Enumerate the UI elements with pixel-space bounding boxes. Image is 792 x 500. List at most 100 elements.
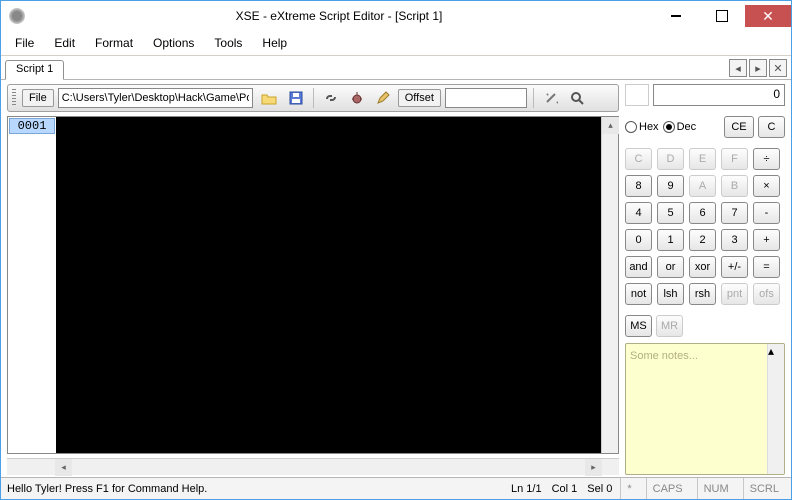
search-icon bbox=[570, 91, 584, 105]
calc-key-6[interactable]: 6 bbox=[689, 202, 716, 224]
calc-c-button[interactable]: C bbox=[758, 116, 785, 138]
calc-key-d[interactable]: D bbox=[657, 148, 684, 170]
status-caps: CAPS bbox=[646, 478, 689, 499]
calc-ce-button[interactable]: CE bbox=[724, 116, 754, 138]
window-title: XSE - eXtreme Script Editor - [Script 1] bbox=[25, 9, 653, 23]
tab-next-button[interactable]: ▸ bbox=[749, 59, 767, 77]
tools-search-button[interactable] bbox=[566, 87, 588, 109]
file-label: File bbox=[22, 89, 54, 107]
debug-button[interactable] bbox=[346, 87, 368, 109]
menu-file[interactable]: File bbox=[7, 33, 42, 53]
edit-button[interactable] bbox=[372, 87, 394, 109]
status-col: Col 1 bbox=[552, 483, 578, 495]
close-button[interactable]: ✕ bbox=[745, 5, 791, 27]
calc-key-ofs[interactable]: ofs bbox=[753, 283, 780, 305]
editor: 0001 ▴ bbox=[7, 116, 619, 454]
tab-script-1[interactable]: Script 1 bbox=[5, 60, 64, 80]
radio-hex-label: Hex bbox=[639, 121, 659, 133]
calc-key-not[interactable]: not bbox=[625, 283, 652, 305]
calc-key-8[interactable]: 8 bbox=[625, 175, 652, 197]
maximize-button[interactable] bbox=[699, 5, 745, 27]
calc-key-2[interactable]: 2 bbox=[689, 229, 716, 251]
line-gutter: 0001 bbox=[8, 117, 56, 453]
status-modified: * bbox=[620, 478, 637, 499]
calc-key-pnt[interactable]: pnt bbox=[721, 283, 748, 305]
calc-key-or[interactable]: or bbox=[657, 256, 684, 278]
minimize-button[interactable] bbox=[653, 5, 699, 27]
file-path-input[interactable] bbox=[58, 88, 253, 108]
menu-format[interactable]: Format bbox=[87, 33, 141, 53]
calc-key-4[interactable]: 4 bbox=[625, 202, 652, 224]
status-line: Ln 1/1 bbox=[511, 483, 542, 495]
bug-icon bbox=[350, 91, 364, 105]
menu-tools[interactable]: Tools bbox=[206, 33, 250, 53]
scroll-up-icon[interactable]: ▴ bbox=[602, 117, 619, 134]
horizontal-scrollbar[interactable]: ◂ ▸ bbox=[7, 458, 619, 475]
calc-key-0[interactable]: 0 bbox=[625, 229, 652, 251]
menu-edit[interactable]: Edit bbox=[46, 33, 83, 53]
tab-prev-button[interactable]: ◂ bbox=[729, 59, 747, 77]
calc-key-[interactable]: ÷ bbox=[753, 148, 780, 170]
calc-key-9[interactable]: 9 bbox=[657, 175, 684, 197]
status-num: NUM bbox=[697, 478, 735, 499]
calc-keypad: CDEF÷ 89AB× 4567- 0123+ andorxor+/-= notlshrs… bbox=[625, 148, 785, 305]
notes-panel[interactable]: Some notes... ▴ bbox=[625, 343, 785, 475]
save-button[interactable] bbox=[285, 87, 307, 109]
save-icon bbox=[289, 91, 303, 105]
offset-label: Offset bbox=[398, 89, 441, 107]
link-icon bbox=[324, 91, 338, 105]
line-number: 0001 bbox=[9, 118, 55, 134]
menu-help[interactable]: Help bbox=[254, 33, 295, 53]
status-message: Hello Tyler! Press F1 for Command Help. bbox=[7, 483, 207, 495]
scroll-up-icon[interactable]: ▴ bbox=[768, 344, 784, 358]
tab-strip: Script 1 ◂ ▸ ✕ bbox=[1, 56, 791, 80]
toolbar: File Offset bbox=[7, 84, 619, 112]
pencil-icon bbox=[376, 91, 390, 105]
offset-input[interactable] bbox=[445, 88, 527, 108]
vertical-scrollbar[interactable]: ▴ bbox=[601, 117, 618, 453]
toolbar-grip[interactable] bbox=[12, 89, 16, 107]
calc-color-swatch[interactable] bbox=[625, 84, 649, 106]
menu-options[interactable]: Options bbox=[145, 33, 202, 53]
calc-key-rsh[interactable]: rsh bbox=[689, 283, 716, 305]
calc-key-[interactable]: × bbox=[753, 175, 780, 197]
tools-wand-button[interactable] bbox=[540, 87, 562, 109]
radio-hex[interactable]: Hex bbox=[625, 121, 659, 133]
calc-key-5[interactable]: 5 bbox=[657, 202, 684, 224]
scroll-left-icon[interactable]: ◂ bbox=[55, 459, 72, 476]
calc-display: 0 bbox=[653, 84, 785, 106]
calc-key-xor[interactable]: xor bbox=[689, 256, 716, 278]
notes-placeholder: Some notes... bbox=[630, 350, 698, 362]
radio-dec[interactable]: Dec bbox=[663, 121, 697, 133]
status-bar: Hello Tyler! Press F1 for Command Help. … bbox=[1, 477, 791, 499]
calc-key-b[interactable]: B bbox=[721, 175, 748, 197]
calc-key-a[interactable]: A bbox=[689, 175, 716, 197]
notes-scrollbar[interactable]: ▴ bbox=[767, 344, 784, 474]
calc-key-e[interactable]: E bbox=[689, 148, 716, 170]
folder-open-icon bbox=[261, 91, 277, 105]
calc-key-c[interactable]: C bbox=[625, 148, 652, 170]
code-area[interactable] bbox=[56, 117, 601, 453]
scroll-right-icon[interactable]: ▸ bbox=[585, 459, 602, 476]
calc-ms-button[interactable]: MS bbox=[625, 315, 652, 337]
app-icon bbox=[9, 8, 25, 24]
calc-key-[interactable]: + bbox=[753, 229, 780, 251]
link-button[interactable] bbox=[320, 87, 342, 109]
calc-key-[interactable]: - bbox=[753, 202, 780, 224]
wand-icon bbox=[544, 91, 558, 105]
calc-key-1[interactable]: 1 bbox=[657, 229, 684, 251]
calc-mr-button[interactable]: MR bbox=[656, 315, 683, 337]
calc-key-[interactable]: = bbox=[753, 256, 780, 278]
calc-key-f[interactable]: F bbox=[721, 148, 748, 170]
calc-key-3[interactable]: 3 bbox=[721, 229, 748, 251]
menu-bar: File Edit Format Options Tools Help bbox=[1, 31, 791, 56]
calc-key-and[interactable]: and bbox=[625, 256, 652, 278]
radio-dec-label: Dec bbox=[677, 121, 697, 133]
calc-key-7[interactable]: 7 bbox=[721, 202, 748, 224]
calc-key-lsh[interactable]: lsh bbox=[657, 283, 684, 305]
status-scrl: SCRL bbox=[743, 478, 785, 499]
tab-close-button[interactable]: ✕ bbox=[769, 59, 787, 77]
calc-key-[interactable]: +/- bbox=[721, 256, 748, 278]
open-folder-button[interactable] bbox=[257, 87, 281, 109]
status-sel: Sel 0 bbox=[587, 483, 612, 495]
